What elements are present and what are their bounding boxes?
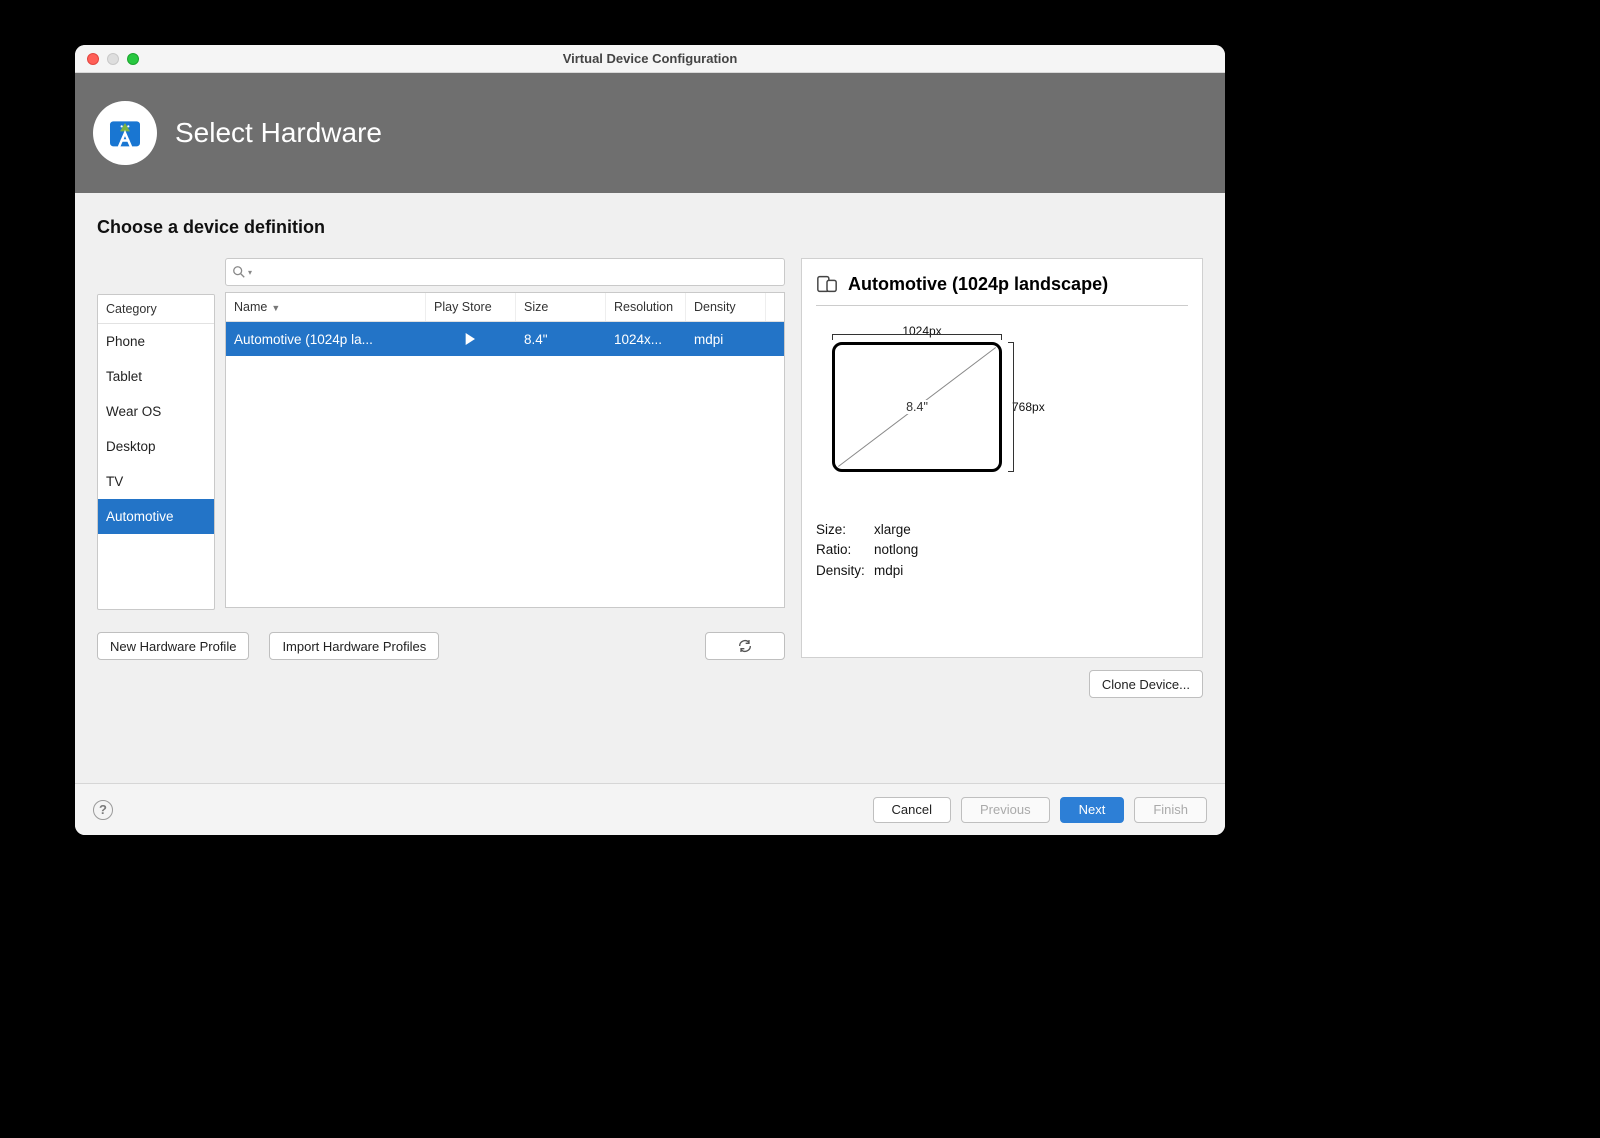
cell-name: Automotive (1024p la... — [226, 323, 426, 356]
sidebar-item-desktop[interactable]: Desktop — [98, 429, 214, 464]
window-title: Virtual Device Configuration — [75, 51, 1225, 66]
diagonal-label: 8.4" — [902, 400, 932, 414]
refresh-button[interactable] — [705, 632, 785, 660]
preview-title: Automotive (1024p landscape) — [848, 274, 1108, 295]
col-size[interactable]: Size — [516, 293, 606, 321]
play-store-icon — [426, 322, 516, 356]
clone-device-button[interactable]: Clone Device... — [1089, 670, 1203, 698]
search-input[interactable]: ▾ — [225, 258, 785, 286]
device-table: Name▼ Play Store Size Resolution Density… — [225, 292, 785, 608]
sidebar-item-tablet[interactable]: Tablet — [98, 359, 214, 394]
col-playstore[interactable]: Play Store — [426, 293, 516, 321]
spec-ratio: notlong — [874, 540, 1188, 560]
chevron-down-icon: ▾ — [248, 268, 252, 277]
col-resolution[interactable]: Resolution — [606, 293, 686, 321]
titlebar: Virtual Device Configuration — [75, 45, 1225, 73]
new-hardware-profile-button[interactable]: New Hardware Profile — [97, 632, 249, 660]
cancel-button[interactable]: Cancel — [873, 797, 951, 823]
spec-density: mdpi — [874, 561, 1188, 581]
previous-button: Previous — [961, 797, 1050, 823]
spec-size: xlarge — [874, 520, 1188, 540]
sidebar-item-automotive[interactable]: Automotive — [98, 499, 214, 534]
specs: Size:xlarge Ratio:notlong Density:mdpi — [816, 520, 1188, 581]
category-list: Category Phone Tablet Wear OS Desktop TV… — [97, 294, 215, 610]
sidebar-item-phone[interactable]: Phone — [98, 324, 214, 359]
refresh-icon — [737, 638, 753, 654]
sort-desc-icon: ▼ — [271, 303, 280, 313]
import-hardware-profiles-button[interactable]: Import Hardware Profiles — [269, 632, 439, 660]
sidebar-item-wear-os[interactable]: Wear OS — [98, 394, 214, 429]
android-studio-icon — [93, 101, 157, 165]
height-label: 768px — [1012, 400, 1045, 414]
next-button[interactable]: Next — [1060, 797, 1125, 823]
table-row[interactable]: Automotive (1024p la... 8.4" 1024x... md… — [226, 322, 784, 356]
section-heading: Choose a device definition — [97, 217, 1203, 238]
page-title: Select Hardware — [175, 117, 382, 149]
search-icon — [232, 265, 246, 279]
cell-resolution: 1024x... — [606, 323, 686, 356]
dimension-diagram: 1024px 768px 8.4" — [822, 330, 1072, 520]
header: Select Hardware — [75, 73, 1225, 193]
sidebar-item-tv[interactable]: TV — [98, 464, 214, 499]
preview-panel: Automotive (1024p landscape) 1024px 768p… — [801, 258, 1203, 658]
col-density[interactable]: Density — [686, 293, 766, 321]
footer: ? Cancel Previous Next Finish — [75, 783, 1225, 835]
cell-size: 8.4" — [516, 323, 606, 356]
window: Virtual Device Configuration Select Hard… — [75, 45, 1225, 835]
device-icon — [816, 273, 838, 295]
category-header: Category — [98, 295, 214, 324]
finish-button: Finish — [1134, 797, 1207, 823]
help-button[interactable]: ? — [93, 800, 113, 820]
col-name[interactable]: Name▼ — [226, 293, 426, 321]
cell-density: mdpi — [686, 323, 766, 356]
